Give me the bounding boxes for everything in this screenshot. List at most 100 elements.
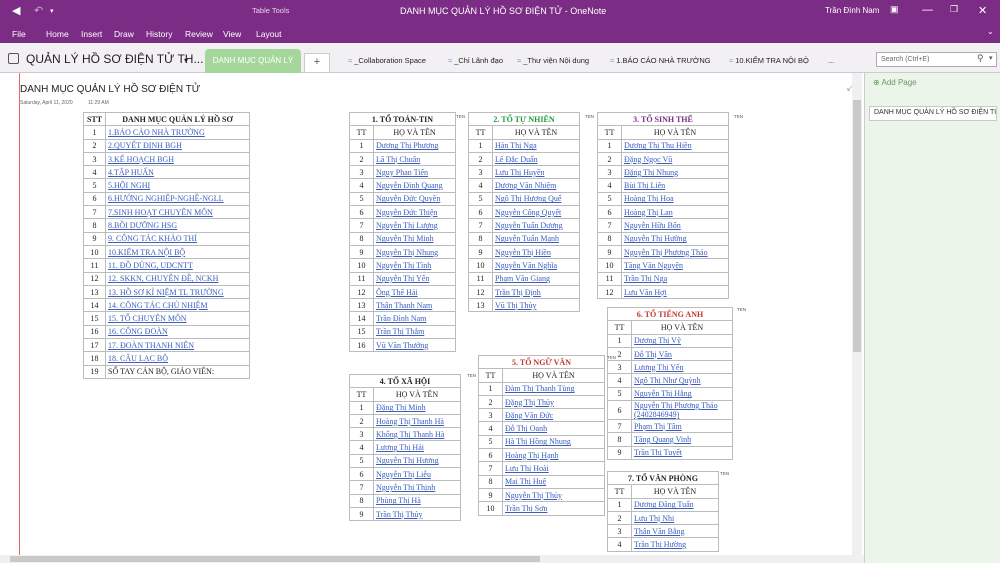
catalog-link[interactable]: 3.KẾ HOẠCH BGH bbox=[105, 151, 250, 167]
member-name-link[interactable]: Nguyễn Thị Yến bbox=[373, 271, 456, 286]
catalog-link[interactable]: 15. TỔ CHUYÊN MÔN bbox=[105, 311, 250, 326]
member-name-link[interactable]: Nguyễn Thị Thịnh bbox=[373, 480, 461, 495]
menu-home[interactable]: Home bbox=[46, 29, 69, 39]
undo-icon[interactable]: ↶ bbox=[34, 4, 43, 17]
catalog-link[interactable]: 5.HỘI NGHỊ bbox=[105, 178, 250, 193]
vertical-scroll-thumb[interactable] bbox=[853, 100, 861, 352]
member-name-link[interactable]: Trần Thị Sơn bbox=[502, 501, 605, 516]
menu-history[interactable]: History bbox=[146, 29, 172, 39]
member-name-link[interactable]: Nguyễn Thị Hương bbox=[373, 453, 461, 469]
member-name-link[interactable]: Lưu Thị Huyền bbox=[492, 165, 580, 180]
member-name-link[interactable]: Nguyễn Thị Hiền bbox=[492, 244, 580, 260]
member-name-link[interactable]: Dương Đăng Tuấn bbox=[631, 497, 719, 512]
member-name-link[interactable]: Nguyễn Đức Quyền bbox=[373, 191, 456, 207]
section-collaboration-space[interactable]: ≈ _Collaboration Space bbox=[348, 56, 426, 65]
member-name-link[interactable]: Nguyễn Tuấn Mạnh bbox=[492, 231, 580, 246]
member-name-link[interactable]: Nguyễn Thị Phương Thảo (2402846949) bbox=[631, 400, 733, 421]
member-name-link[interactable]: Đặng Thị Thủy bbox=[502, 394, 605, 410]
member-name-link[interactable]: Hoàng Thị Hoa bbox=[621, 191, 729, 207]
catalog-link[interactable]: 10.KIỂM TRA NỘI BỘ bbox=[105, 244, 250, 260]
member-name-link[interactable]: Dương Thị Thu Hiền bbox=[621, 138, 729, 153]
catalog-link[interactable]: 9. CÔNG TÁC KHẢO THÍ bbox=[105, 231, 250, 246]
member-name-link[interactable]: Nguyễn Thị Liễu bbox=[373, 467, 461, 482]
tab-danh-muc-quan-ly[interactable]: DANH MỤC QUẢN LÝ bbox=[205, 49, 301, 73]
member-name-link[interactable]: Nguyễn Thị Minh bbox=[373, 231, 456, 246]
member-name-link[interactable]: Hoàng Thị Lan bbox=[621, 205, 729, 220]
user-name[interactable]: Trần Đình Nam bbox=[825, 6, 879, 15]
catalog-link[interactable]: 11. ĐỒ DÙNG, UDCNTT bbox=[105, 258, 250, 273]
member-name-link[interactable]: Vũ Văn Thưởng bbox=[373, 338, 456, 353]
member-name-link[interactable]: Nguyễn Đức Thiện bbox=[373, 205, 456, 220]
notebook-title[interactable]: QUẢN LÝ HỒ SƠ ĐIỆN TỬ TH... bbox=[26, 52, 203, 66]
member-name-link[interactable]: Trần Thị Thắm bbox=[373, 324, 456, 340]
add-section-button[interactable]: + bbox=[304, 53, 330, 72]
menu-draw[interactable]: Draw bbox=[114, 29, 134, 39]
member-name-link[interactable]: Vũ Thị Thủy bbox=[492, 298, 580, 313]
menu-layout[interactable]: Layout bbox=[256, 29, 282, 39]
more-sections-button[interactable]: ... bbox=[828, 56, 834, 65]
member-name-link[interactable]: Lưu Thị Nhi bbox=[631, 510, 719, 526]
member-name-link[interactable]: Trần Thị Định bbox=[492, 284, 580, 300]
member-name-link[interactable]: Nguyễn Thị Lượng bbox=[373, 218, 456, 233]
member-name-link[interactable]: Lương Thị Hải bbox=[373, 440, 461, 455]
member-name-link[interactable]: Bùi Thị Liên bbox=[621, 178, 729, 193]
menu-view[interactable]: View bbox=[223, 29, 241, 39]
member-name-link[interactable]: Ông Thế Hải bbox=[373, 284, 456, 300]
close-icon[interactable]: ✕ bbox=[978, 4, 987, 17]
member-name-link[interactable]: Mai Thị Huệ bbox=[502, 474, 605, 489]
member-name-link[interactable]: Phạm Thị Tâm bbox=[631, 419, 733, 434]
maximize-icon[interactable]: ❐ bbox=[950, 4, 958, 15]
minimize-icon[interactable]: — bbox=[922, 4, 933, 16]
member-name-link[interactable]: Lê Đắc Duẩn bbox=[492, 151, 580, 167]
member-name-link[interactable]: Khổng Thị Thanh Hà bbox=[373, 427, 461, 442]
member-name-link[interactable]: Tăng Văn Nguyện bbox=[621, 258, 729, 273]
member-name-link[interactable]: Dương Thị Vỹ bbox=[631, 333, 733, 348]
back-icon[interactable]: ◀ bbox=[12, 4, 20, 17]
member-name-link[interactable]: Nguyễn Văn Nghĩa bbox=[492, 258, 580, 273]
page-canvas[interactable]: DANH MỤC QUẢN LÝ HỒ SƠ ĐIỆN TỬ Saturday,… bbox=[0, 73, 864, 555]
member-name-link[interactable]: Lã Thị Chuân bbox=[373, 151, 456, 167]
member-name-link[interactable]: Nguyễn Thị Nhung bbox=[373, 244, 456, 260]
member-name-link[interactable]: Trần Thị Nga bbox=[621, 271, 729, 286]
member-name-link[interactable]: Lưu Văn Hợi bbox=[621, 284, 729, 300]
catalog-link[interactable]: 18. CÂU LẠC BỘ bbox=[105, 351, 250, 366]
member-name-link[interactable]: Đặng Ngọc Vũ bbox=[621, 151, 729, 167]
member-name-link[interactable]: Trần Thị Hường bbox=[631, 537, 719, 552]
menu-insert[interactable]: Insert bbox=[81, 29, 102, 39]
member-name-link[interactable]: Đặng Thị Minh bbox=[373, 400, 461, 415]
member-name-link[interactable]: Thân Thanh Nam bbox=[373, 298, 456, 313]
member-name-link[interactable]: Trần Thị Tuyết bbox=[631, 445, 733, 460]
member-name-link[interactable]: Dương Thị Phượng bbox=[373, 138, 456, 153]
catalog-link[interactable]: 12. SKKN, CHUYÊN ĐỀ, NCKH bbox=[105, 271, 250, 286]
member-name-link[interactable]: Nguyễn Hữu Bốn bbox=[621, 218, 729, 233]
member-name-link[interactable]: Đàm Thị Thanh Tùng bbox=[502, 381, 605, 396]
notebook-dropdown-icon[interactable]: ▾ bbox=[184, 56, 188, 65]
section-bao-cao-nha-truong[interactable]: ≈ 1.BÁO CÁO NHÀ TRƯỜNG bbox=[610, 56, 711, 65]
catalog-link[interactable]: 1.BÁO CÁO NHÀ TRƯỜNG bbox=[105, 125, 250, 140]
catalog-link[interactable]: 16. CÔNG ĐOÀN bbox=[105, 324, 250, 340]
add-page-button[interactable]: ⊕ Add Page bbox=[873, 78, 917, 87]
section-kiem-tra-noi-bo[interactable]: ≈ 10.KIỂM TRA NỘI BỘ bbox=[729, 56, 809, 65]
member-name-link[interactable]: Nguyễn Thị Hường bbox=[621, 231, 729, 246]
quick-access-dropdown-icon[interactable]: ▾ bbox=[50, 7, 54, 15]
member-name-link[interactable]: Nguyễn Tuấn Dương bbox=[492, 218, 580, 233]
member-name-link[interactable]: Nguyễn Công Quyết bbox=[492, 205, 580, 220]
section-chi-lanh-dao[interactable]: ≈ _Chỉ Lãnh đạo bbox=[448, 56, 503, 65]
member-name-link[interactable]: Thân Văn Bằng bbox=[631, 524, 719, 539]
member-name-link[interactable]: Tăng Quang Vinh bbox=[631, 432, 733, 447]
member-name-link[interactable]: Trần Đình Nam bbox=[373, 311, 456, 326]
member-name-link[interactable]: Nguyễn Thị Tình bbox=[373, 258, 456, 273]
member-name-link[interactable]: Nguyễn Đình Quang bbox=[373, 178, 456, 193]
catalog-link[interactable]: 14. CÔNG TÁC CHỦ NHIỆM bbox=[105, 298, 250, 313]
member-name-link[interactable]: Đặng Văn Đức bbox=[502, 408, 605, 423]
member-name-link[interactable]: Đỗ Thị Oanh bbox=[502, 421, 605, 436]
member-name-link[interactable]: Đỗ Thị Vân bbox=[631, 346, 733, 362]
catalog-link[interactable]: 2.QUYẾT ĐỊNH BGH bbox=[105, 138, 250, 153]
member-name-link[interactable]: Nguyễn Thị Hằng bbox=[631, 386, 733, 402]
catalog-link[interactable]: 13. HỒ SƠ KỈ NIỆM TL TRƯỜNG bbox=[105, 284, 250, 300]
menu-file[interactable]: File bbox=[12, 29, 26, 39]
member-name-link[interactable]: Ngô Thị Hương Quế bbox=[492, 191, 580, 207]
member-name-link[interactable]: Nguy Phan Tiến bbox=[373, 165, 456, 180]
member-name-link[interactable]: Hà Thị Hồng Nhung bbox=[502, 434, 605, 450]
member-name-link[interactable]: Phạm Văn Giang bbox=[492, 271, 580, 286]
